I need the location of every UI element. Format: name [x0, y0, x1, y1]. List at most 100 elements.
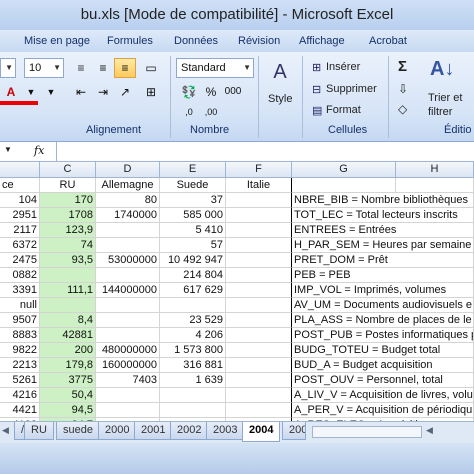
increase-decimal-button[interactable]: ,0 [178, 102, 200, 122]
table-cell[interactable] [226, 388, 292, 403]
table-cell[interactable]: 200 [40, 343, 96, 358]
table-cell[interactable]: 53000000 [96, 253, 160, 268]
table-cell[interactable] [226, 328, 292, 343]
table-cell[interactable]: 123,9 [40, 223, 96, 238]
insert-button[interactable]: Insérer [326, 61, 360, 73]
table-cell[interactable]: BUDG_TOTEU = Budget total [292, 343, 474, 358]
table-cell[interactable]: 8883 [0, 328, 40, 343]
table-cell[interactable]: 1 573 800 [160, 343, 226, 358]
table-cell[interactable] [226, 193, 292, 208]
table-cell[interactable]: 9507 [0, 313, 40, 328]
column-header-e[interactable]: E [160, 162, 226, 178]
table-cell[interactable]: 4 206 [160, 328, 226, 343]
table-cell[interactable]: 617 629 [160, 283, 226, 298]
header-cell[interactable]: ce [0, 178, 40, 193]
table-cell[interactable]: 3775 [40, 373, 96, 388]
sheet-tab[interactable]: 2002 [170, 422, 209, 440]
header-cell[interactable]: Suede [160, 178, 226, 193]
column-header-d[interactable]: D [96, 162, 160, 178]
table-cell[interactable]: 80 [96, 193, 160, 208]
table-cell[interactable] [226, 373, 292, 388]
table-cell[interactable]: 23 529 [160, 313, 226, 328]
table-cell[interactable]: 42881 [40, 328, 96, 343]
increase-indent-button[interactable]: ⇥ [92, 82, 114, 102]
header-cell[interactable] [292, 178, 396, 193]
header-cell[interactable]: RU [40, 178, 96, 193]
table-cell[interactable]: 214 804 [160, 268, 226, 283]
fill-icon[interactable]: ⇩ [398, 82, 408, 96]
table-cell[interactable]: 160000000 [96, 358, 160, 373]
tab-formules[interactable]: Formules [107, 35, 153, 47]
table-cell[interactable]: 9822 [0, 343, 40, 358]
table-cell[interactable]: POST_PUB = Postes informatiques p [292, 328, 474, 343]
table-cell[interactable]: 104 [0, 193, 40, 208]
align-right-button[interactable]: ≡ [114, 58, 136, 78]
table-cell[interactable]: 0882 [0, 268, 40, 283]
table-cell[interactable] [226, 358, 292, 373]
sheet-tab[interactable]: 2003 [206, 422, 245, 440]
table-cell[interactable]: PLA_ASS = Nombre de places de le [292, 313, 474, 328]
orientation-button[interactable]: ↗ [114, 82, 136, 102]
column-header-c[interactable]: C [40, 162, 96, 178]
table-cell[interactable] [96, 388, 160, 403]
sort-filter-button[interactable]: Trier et [428, 92, 462, 104]
table-cell[interactable]: AV_UM = Documents audiovisuels e [292, 298, 474, 313]
table-cell[interactable] [96, 223, 160, 238]
worksheet-grid[interactable]: ce RU Allemagne Suede Italie 104 170 80 37 N… [0, 178, 474, 421]
table-cell[interactable]: null [0, 298, 40, 313]
table-cell[interactable]: 111,1 [40, 283, 96, 298]
table-cell[interactable]: IMP_VOL = Imprimés, volumes [292, 283, 474, 298]
number-format-combo[interactable]: Standard ▼ [176, 58, 254, 78]
table-cell[interactable]: 94,5 [40, 403, 96, 418]
table-cell[interactable]: 316 881 [160, 358, 226, 373]
table-cell[interactable]: 1708 [40, 208, 96, 223]
font-name-combo[interactable]: ▼ [0, 58, 16, 78]
thousands-button[interactable]: 000 [222, 82, 244, 102]
table-cell[interactable]: 4216 [0, 388, 40, 403]
table-cell[interactable]: PRET_DOM = Prêt [292, 253, 474, 268]
table-cell[interactable] [96, 328, 160, 343]
table-cell[interactable] [96, 238, 160, 253]
table-cell[interactable]: NBRE_BIB = Nombre bibliothèques [292, 193, 474, 208]
column-header-b[interactable] [0, 162, 40, 178]
table-cell[interactable] [40, 268, 96, 283]
table-cell[interactable] [96, 313, 160, 328]
table-cell[interactable] [226, 343, 292, 358]
merge-button[interactable]: ⊞ [140, 82, 162, 102]
table-cell[interactable]: 50,4 [40, 388, 96, 403]
font-size-combo[interactable]: 10 ▼ [24, 58, 64, 78]
table-cell[interactable] [226, 253, 292, 268]
format-button[interactable]: Format [326, 104, 361, 116]
table-cell[interactable] [226, 313, 292, 328]
table-cell[interactable] [160, 388, 226, 403]
table-cell[interactable]: 2117 [0, 223, 40, 238]
delete-button[interactable]: Supprimer [326, 83, 377, 95]
table-cell[interactable]: 480000000 [96, 343, 160, 358]
table-cell[interactable]: 10 492 947 [160, 253, 226, 268]
sheet-tab-active[interactable]: 2004 [242, 422, 281, 442]
sheet-tab[interactable]: suede [56, 422, 100, 440]
decrease-indent-button[interactable]: ⇤ [70, 82, 92, 102]
style-button[interactable]: Style [268, 93, 292, 105]
percent-button[interactable]: % [200, 82, 222, 102]
table-cell[interactable]: A_LIV_V = Acquisition de livres, volu [292, 388, 474, 403]
tab-acrobat[interactable]: Acrobat [369, 35, 407, 47]
tab-mise-en-page[interactable]: Mise en page [24, 35, 90, 47]
table-cell[interactable]: 57 [160, 238, 226, 253]
header-cell[interactable]: Italie [226, 178, 292, 193]
table-cell[interactable]: 2951 [0, 208, 40, 223]
formula-input[interactable] [58, 144, 468, 160]
column-header-h[interactable]: H [396, 162, 474, 178]
header-cell[interactable] [396, 178, 474, 193]
table-cell[interactable] [96, 268, 160, 283]
table-cell[interactable] [40, 298, 96, 313]
wrap-text-button[interactable]: ▭ [140, 58, 162, 78]
scroll-left-icon[interactable]: ◀ [426, 425, 433, 436]
table-cell[interactable]: 170 [40, 193, 96, 208]
column-header-g[interactable]: G [292, 162, 396, 178]
font-size-dropdown[interactable]: ▼ [40, 82, 62, 102]
table-cell[interactable] [226, 268, 292, 283]
table-cell[interactable]: 585 000 [160, 208, 226, 223]
tab-donnees[interactable]: Données [174, 35, 218, 47]
table-cell[interactable]: 1 639 [160, 373, 226, 388]
